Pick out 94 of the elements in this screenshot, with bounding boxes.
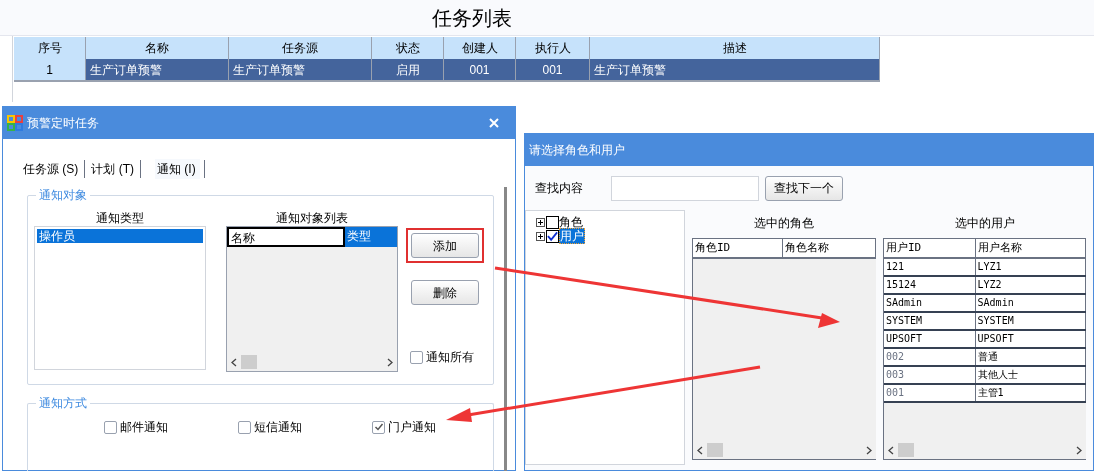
table-row[interactable]: 15124 LYZ2 [884,277,1086,295]
tree-view[interactable]: 角色 用户 [525,210,685,465]
table-row[interactable]: 003 其他人士 [884,367,1086,385]
group-title: 通知方式 [36,395,90,411]
column-header[interactable]: 角色ID [693,239,783,257]
table-cell: 001 [444,59,516,80]
table-cell: UPSOFT [975,331,1086,347]
tab[interactable]: 任务源 (S) [21,159,81,179]
table-cell: 001 [516,59,590,80]
table-cell: 生产订单预警 [229,59,372,80]
table-cell: 15124 [884,277,976,293]
column-header[interactable]: 用户名称 [975,239,1086,257]
checkbox[interactable] [546,229,559,243]
app-icon [7,115,23,131]
checkbox[interactable] [238,420,251,434]
checkbox-label: 邮件通知 [120,419,168,436]
expand-icon[interactable] [536,217,545,227]
column-header[interactable]: 描述 [590,37,880,59]
table-cell: UPSOFT [884,331,976,347]
table-cell: 其他人士 [975,367,1086,383]
list-item[interactable]: 操作员 [37,229,203,243]
dialog-title: 预警定时任务 [27,115,99,132]
column-header[interactable]: 状态 [372,37,444,59]
close-icon[interactable] [489,118,499,128]
scroll-right-icon[interactable] [1076,445,1082,455]
column-header[interactable]: 序号 [14,37,86,59]
scroll-left-icon[interactable] [697,445,703,455]
table-cell: SYSTEM [884,313,976,329]
grid-view[interactable]: 用户ID 用户名称 121 LYZ1 15124 LYZ2 SAdmin SAdmin SYSTEM SYSTEM UPSOFT UPSOFT 002 普通 003 其他人士 001 主管1 [883,238,1086,460]
search-field[interactable] [611,175,759,201]
grid-view[interactable]: 角色ID 角色名称 [692,238,876,460]
dialog-title: 请选择角色和用户 [529,142,625,159]
checkbox-label: 通知所有 [426,349,474,366]
page-title: 任务列表 [432,5,512,31]
table-row[interactable]: 001 主管1 [884,385,1086,403]
table-cell: 生产订单预警 [86,59,229,80]
tab[interactable]: 通知 (I) [155,159,200,179]
table-cell: LYZ1 [975,259,1086,275]
list-box[interactable]: 操作员 [34,226,206,370]
table-row[interactable]: 1 生产订单预警 生产订单预警 启用 001 001 生产订单预警 [14,59,880,80]
table-cell: SAdmin [884,295,976,311]
button[interactable]: 删除 [411,280,479,305]
table-row[interactable]: UPSOFT UPSOFT [884,331,1086,349]
table-cell: 121 [884,259,976,275]
table-cell: 003 [884,367,976,383]
scroll-thumb[interactable] [241,355,257,369]
section-title: 选中的用户 [954,215,1015,232]
table-row[interactable]: 002 普通 [884,349,1086,367]
table-cell: SAdmin [975,295,1086,311]
tree-item[interactable]: 用户 [559,228,585,244]
column-header[interactable]: 执行人 [516,37,590,59]
checkbox[interactable] [410,350,423,364]
column-header[interactable]: 名称 [86,37,229,59]
column-header[interactable]: 类型 [345,227,397,247]
column-header[interactable]: 角色名称 [782,239,876,257]
list-header: 通知类型 [96,210,144,226]
expand-icon[interactable] [536,231,545,241]
checkbox[interactable] [104,420,117,434]
group-title: 通知对象 [36,187,90,203]
scroll-thumb[interactable] [898,443,914,457]
scroll-left-icon[interactable] [888,445,894,455]
scroll-left-icon[interactable] [231,357,237,367]
scroll-right-icon[interactable] [387,357,393,367]
table-row[interactable]: 121 LYZ1 [884,259,1086,277]
section-title: 选中的角色 [754,215,814,232]
list-view[interactable]: 名称 类型 [226,226,398,372]
column-header[interactable]: 任务源 [229,37,372,59]
table-cell: 主管1 [975,385,1086,401]
tree-item[interactable]: 角色 [559,215,583,229]
column-header[interactable]: 名称 [227,227,345,247]
table-cell: 普通 [975,349,1086,365]
vertical-scrollbar[interactable] [504,187,507,471]
table-cell: LYZ2 [975,277,1086,293]
table-cell: 启用 [372,59,444,80]
checkbox-label: 短信通知 [254,419,302,436]
list-header: 通知对象列表 [276,210,348,226]
table-cell: 001 [884,385,976,401]
scroll-thumb[interactable] [707,443,723,457]
field-label: 查找内容 [535,180,584,197]
table-cell: SYSTEM [975,313,1086,329]
checkbox-label: 门户通知 [388,419,436,436]
checkbox[interactable] [372,420,385,434]
table-cell: 002 [884,349,976,365]
button[interactable]: 添加 [411,233,479,258]
scroll-right-icon[interactable] [866,445,872,455]
column-header[interactable]: 用户ID [884,239,976,257]
search-next-button[interactable]: 查找下一个 [765,175,843,201]
tab[interactable]: 计划 (T) [89,159,136,179]
checkbox[interactable] [546,215,559,229]
table-row[interactable]: SYSTEM SYSTEM [884,313,1086,331]
table-cell: 生产订单预警 [590,59,880,80]
table-row[interactable]: SAdmin SAdmin [884,295,1086,313]
table-cell: 1 [14,59,86,80]
column-header[interactable]: 创建人 [444,37,516,59]
